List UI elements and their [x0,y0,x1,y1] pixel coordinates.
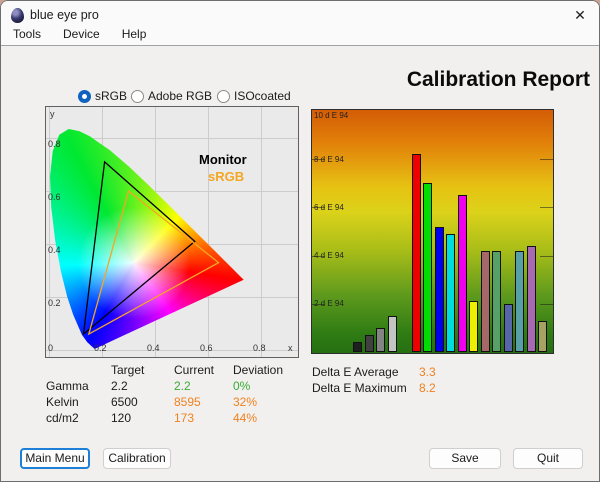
col-header-deviation: Deviation [233,363,284,377]
app-eye-icon [11,8,24,23]
y-tick-0.6: 0.6 [48,192,61,202]
delta-e-average-label: Delta E Average [312,365,399,379]
radio-isocoated[interactable]: ISOcoated [217,89,291,103]
de-tick-label-4: 4 d E 94 [314,251,344,261]
de-tick-line-8 [540,159,553,161]
delta-e-bar-9 [469,301,478,352]
row-gamma-deviation: 0% [233,379,251,393]
col-header-target: Target [111,363,145,377]
y-tick-0.2: 0.2 [48,298,61,308]
menu-separator [1,45,599,46]
radio-srgb-icon[interactable] [78,89,91,103]
delta-e-bar-chart: 10 d E 94 8 d E 94 6 d E 94 4 d E 94 2 d E 9… [311,109,554,354]
delta-e-bar-7 [446,233,455,352]
calibration-result-table: Target Current Deviation Gamma 2.2 2.2 0… [46,362,303,426]
de-tick-label-8: 8 d E 94 [314,154,344,164]
row-kelvin-target: 6500 [111,395,138,409]
delta-e-bar-4 [411,154,421,352]
calibration-button[interactable]: Calibration [103,448,171,469]
menu-help[interactable]: Help [118,25,151,43]
delta-e-bar-6 [434,226,444,352]
x-axis-name: x [288,343,293,353]
legend-monitor: Monitor [199,152,247,167]
x-tick-0.8: 0.8 [253,343,266,353]
de-tick-label-10: 10 d E 94 [314,111,349,120]
row-kelvin-label: Kelvin [46,395,79,409]
delta-e-bar-2 [376,327,386,352]
app-window: blue eye pro ✕ Tools Device Help sRGB Ad… [0,0,600,482]
row-kelvin-deviation: 32% [233,395,258,409]
menu-device[interactable]: Device [59,25,104,43]
de-tick-line-6 [540,207,553,209]
cie-chromaticity-diagram: 0.2 0.4 0.6 0.8 0 0.2 0.4 0.6 0.8 y x Monitor sRGB [45,106,299,358]
x-tick-0.6: 0.6 [200,343,213,353]
radio-srgb-label: sRGB [95,89,128,103]
delta-e-bar-14 [526,246,536,352]
y-tick-0.4: 0.4 [48,245,61,255]
row-gamma-target: 2.2 [111,379,128,393]
table-corner [46,362,111,378]
delta-e-bar-8 [457,195,467,352]
radio-adobe-rgb[interactable]: Adobe RGB [131,89,212,103]
delta-e-bar-3 [387,315,397,352]
legend-srgb: sRGB [208,169,245,184]
delta-e-bar-5 [423,183,432,352]
row-cdm2-target: 120 [111,411,132,425]
radio-adobe-rgb-label: Adobe RGB [148,89,213,103]
x-tick-0.4: 0.4 [147,343,160,353]
x-tick-0: 0 [48,343,54,353]
delta-e-summary: Delta E Average 3.3 Delta E Maximum 8.2 [312,364,459,396]
main-menu-button[interactable]: Main Menu [20,448,90,469]
page-title: Calibration Report [406,68,590,91]
delta-e-bar-11 [492,250,501,352]
row-gamma-current: 2.2 [174,379,191,393]
window-title: blue eye pro [30,8,99,22]
radio-isocoated-icon[interactable] [217,89,230,103]
delta-e-bar-12 [503,303,513,352]
quit-button[interactable]: Quit [513,448,583,469]
save-button[interactable]: Save [429,448,501,469]
monitor-gamut-triangle [82,160,196,336]
y-tick-0.8: 0.8 [48,139,61,149]
de-tick-label-2: 2 d E 94 [314,299,344,309]
de-tick-line-2 [540,303,553,305]
menu-tools[interactable]: Tools [9,25,45,43]
row-cdm2-deviation: 44% [233,411,258,425]
de-tick-label-6: 6 d E 94 [314,202,344,212]
col-header-current: Current [174,363,215,377]
y-axis-name: y [50,109,55,119]
radio-adobe-rgb-icon[interactable] [131,89,144,103]
row-kelvin-current: 8595 [174,395,201,409]
gamut-triangles [82,160,220,336]
close-icon[interactable]: ✕ [570,6,590,24]
delta-e-bar-10 [480,250,490,352]
delta-e-bar-13 [515,250,524,352]
delta-e-bar-0 [353,342,362,352]
delta-e-maximum-value: 8.2 [419,381,436,395]
radio-srgb[interactable]: sRGB [78,89,127,103]
radio-isocoated-label: ISOcoated [234,89,291,103]
x-tick-0.2: 0.2 [94,343,107,353]
delta-e-average-value: 3.3 [419,365,436,379]
delta-e-bar-15 [538,320,547,352]
delta-e-maximum-label: Delta E Maximum [312,381,407,395]
de-tick-line-4 [540,255,553,257]
row-cdm2-current: 173 [174,411,195,425]
menu-bar: Tools Device Help [9,23,150,45]
delta-e-bar-1 [364,335,374,352]
row-cdm2-label: cd/m2 [46,411,79,425]
row-gamma-label: Gamma [46,379,89,393]
